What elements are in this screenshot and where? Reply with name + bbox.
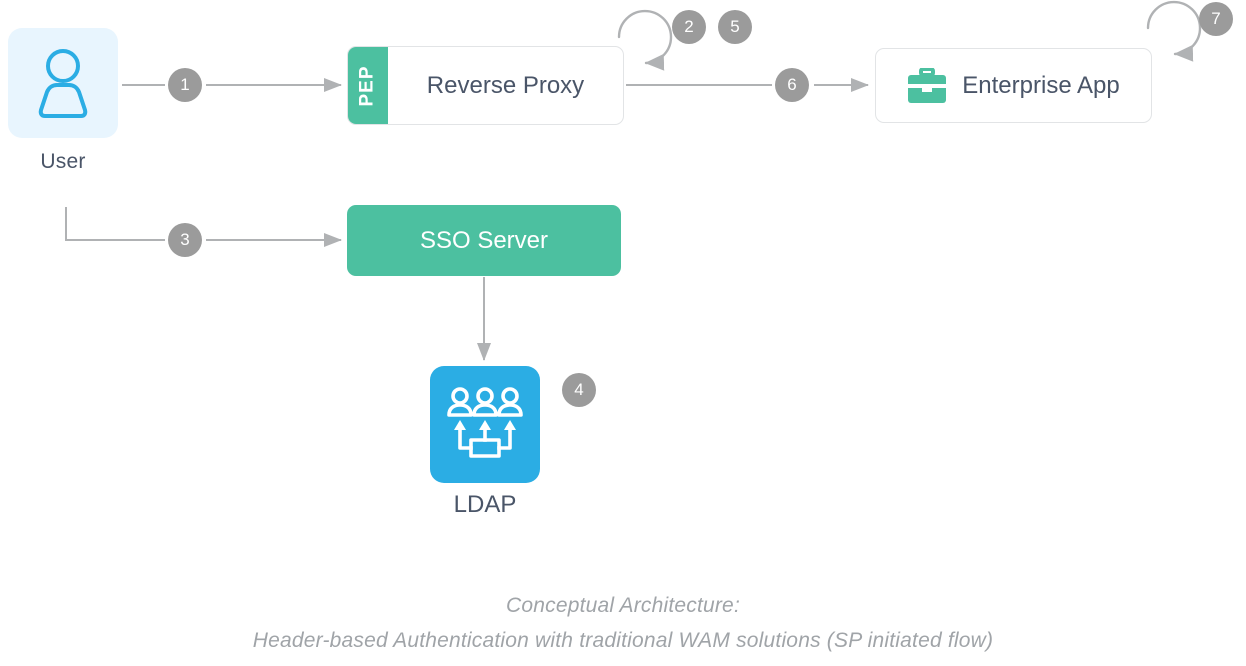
- node-ldap[interactable]: [430, 366, 540, 483]
- caption-line-2: Header-based Authentication with traditi…: [252, 629, 994, 652]
- connector-loop-reverse-proxy: [617, 9, 673, 71]
- step-badge-6[interactable]: 6: [775, 68, 809, 102]
- connector-step-3: [65, 207, 342, 247]
- node-user-label: User: [40, 150, 86, 173]
- node-user[interactable]: [8, 28, 118, 138]
- caption-line-1: Conceptual Architecture:: [506, 594, 740, 617]
- node-enterprise-app[interactable]: Enterprise App: [875, 48, 1152, 123]
- node-sso-server-label: SSO Server: [419, 226, 549, 254]
- user-icon: [38, 49, 88, 118]
- step-badge-3[interactable]: 3: [168, 223, 202, 257]
- step-badge-5[interactable]: 5: [718, 10, 752, 44]
- node-reverse-proxy-label: Reverse Proxy: [426, 71, 585, 99]
- pep-band-label: PEP: [357, 64, 378, 107]
- step-badge-2[interactable]: 2: [672, 10, 706, 44]
- diagram-canvas: User PEP Reverse Proxy Enterprise App SS…: [0, 0, 1246, 666]
- briefcase-icon: [908, 67, 947, 103]
- node-enterprise-app-label: Enterprise App: [962, 71, 1120, 99]
- ldap-directory-icon: [447, 386, 523, 458]
- step-badge-4[interactable]: 4: [562, 373, 596, 407]
- node-reverse-proxy[interactable]: PEP Reverse Proxy: [347, 46, 624, 125]
- step-badge-7[interactable]: 7: [1199, 2, 1233, 36]
- step-badge-1[interactable]: 1: [168, 68, 202, 102]
- connector-loop-enterprise-app: [1146, 0, 1202, 62]
- pep-band: PEP: [348, 47, 388, 124]
- node-ldap-label: LDAP: [453, 491, 517, 518]
- node-sso-server[interactable]: SSO Server: [347, 205, 621, 276]
